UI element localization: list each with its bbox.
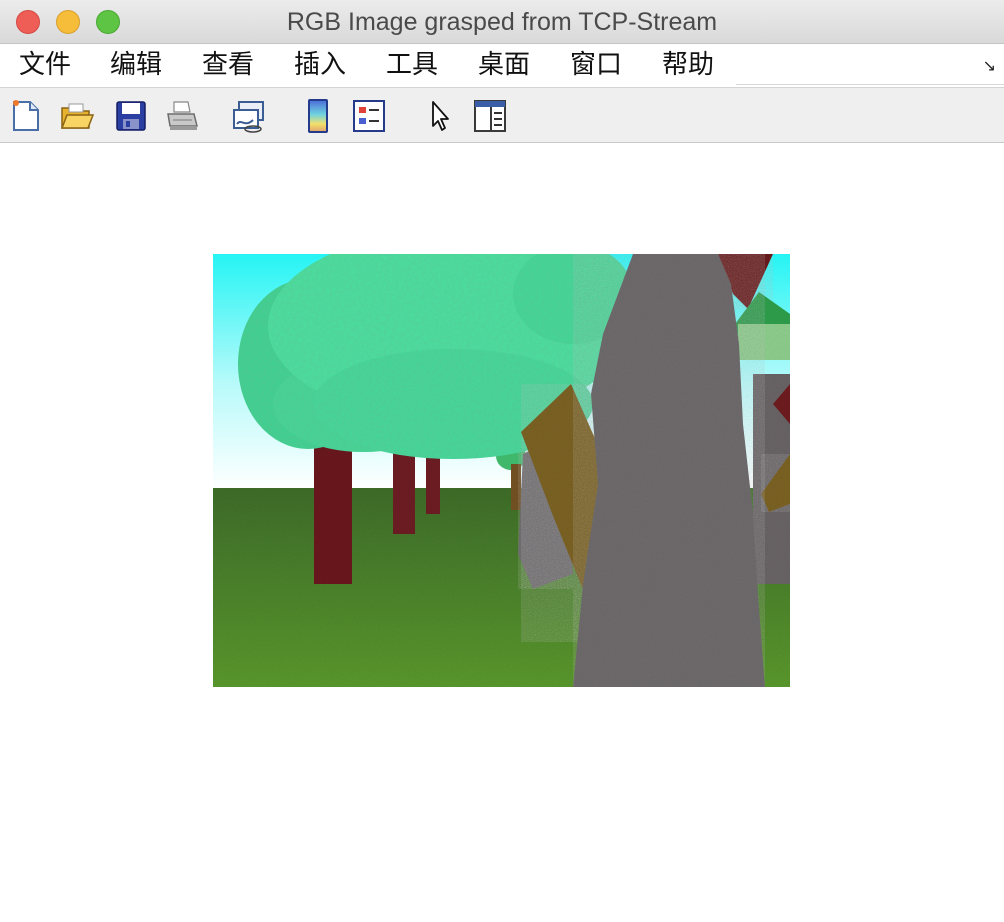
menu-insert[interactable]: 插入 (294, 49, 346, 81)
menu-tools[interactable]: 工具 (386, 49, 438, 81)
open-file-icon[interactable] (59, 98, 95, 134)
menu-bar: 文件 编辑 查看 插入 工具 桌面 窗口 帮助 ↘ (0, 44, 1004, 87)
menubar-divider (736, 84, 1004, 85)
menu-edit[interactable]: 编辑 (110, 49, 162, 81)
menu-file[interactable]: 文件 (19, 49, 71, 81)
menu-desktop[interactable]: 桌面 (478, 49, 530, 81)
rgb-image (213, 254, 790, 687)
property-inspector-icon[interactable] (472, 98, 508, 134)
edit-plot-arrow-icon[interactable] (422, 98, 458, 134)
link-plot-icon[interactable] (231, 98, 267, 134)
save-icon[interactable] (113, 98, 149, 134)
dock-arrow-icon[interactable]: ↘ (983, 56, 996, 75)
menu-view[interactable]: 查看 (202, 49, 254, 81)
title-bar[interactable]: RGB Image grasped from TCP-Stream (0, 0, 1004, 44)
new-figure-icon[interactable] (8, 98, 44, 134)
menu-help[interactable]: 帮助 (662, 49, 714, 81)
menu-window[interactable]: 窗口 (570, 49, 622, 81)
window-title: RGB Image grasped from TCP-Stream (286, 8, 718, 36)
figure-toolbar (0, 87, 1004, 143)
legend-icon[interactable] (351, 98, 387, 134)
figure-window: RGB Image grasped from TCP-Stream 文件 编辑 … (0, 0, 1004, 922)
colorbar-icon[interactable] (300, 98, 336, 134)
print-icon[interactable] (164, 98, 200, 134)
